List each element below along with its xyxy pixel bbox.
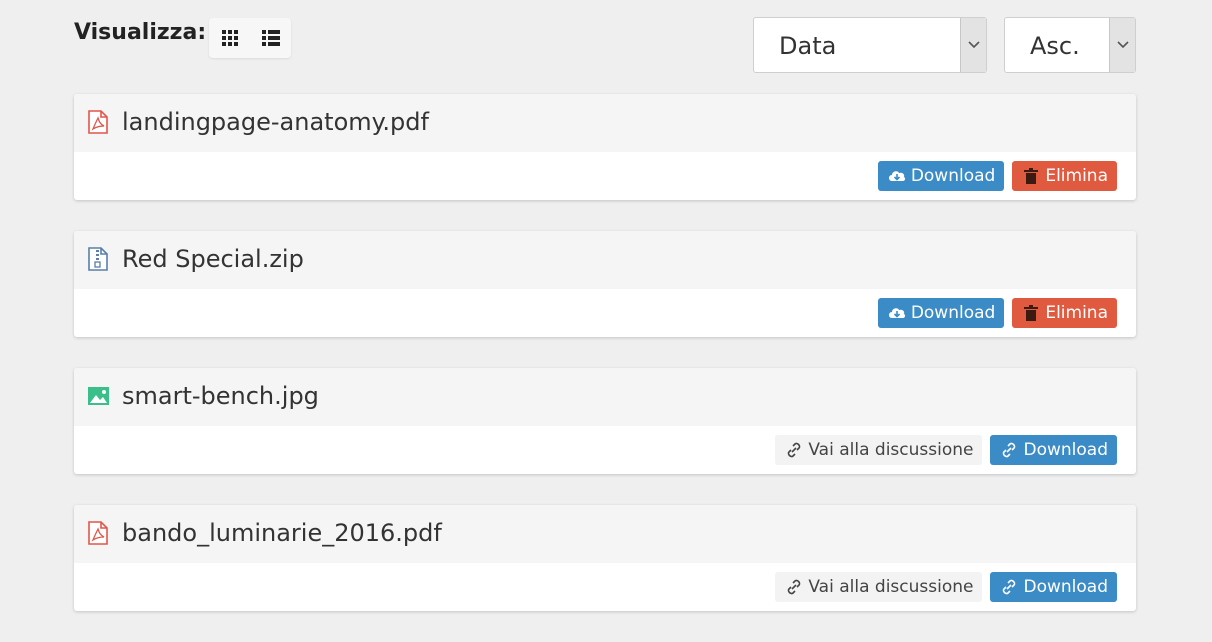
toolbar: Visualizza: Data Asc. — [74, 16, 1136, 94]
list-view-button[interactable] — [256, 23, 286, 53]
link-icon — [999, 441, 1019, 459]
image-file-icon — [88, 387, 109, 405]
link-icon — [784, 441, 804, 459]
list-icon — [261, 30, 280, 46]
cloud-download-icon — [887, 304, 907, 322]
delete-button[interactable]: Elimina — [1012, 298, 1117, 328]
cloud-download-icon — [887, 167, 907, 185]
pdf-file-icon — [88, 110, 108, 134]
file-card: smart-bench.jpg Vai alla discussione Dow… — [74, 368, 1136, 474]
view-label: Visualizza: — [74, 20, 207, 45]
file-name[interactable]: landingpage-anatomy.pdf — [122, 108, 429, 136]
trash-icon — [1021, 167, 1041, 185]
file-card: landingpage-anatomy.pdf Download Elimina — [74, 94, 1136, 200]
download-label: Download — [910, 166, 996, 186]
go-to-discussion-label: Vai alla discussione — [808, 440, 974, 460]
file-card-footer: Vai alla discussione Download — [74, 563, 1136, 611]
sort-order-select[interactable]: Asc. — [1004, 17, 1136, 73]
chevron-down-icon — [960, 18, 986, 72]
link-icon — [784, 578, 804, 596]
go-to-discussion-button[interactable]: Vai alla discussione — [775, 435, 983, 465]
file-name[interactable]: bando_luminarie_2016.pdf — [122, 519, 442, 547]
trash-icon — [1021, 304, 1041, 322]
file-actions: Vai alla discussione Download — [775, 572, 1117, 602]
download-button[interactable]: Download — [990, 572, 1117, 602]
download-label: Download — [1023, 577, 1108, 597]
download-label: Download — [910, 303, 996, 323]
sort-order-value: Asc. — [1030, 32, 1080, 60]
file-name[interactable]: Red Special.zip — [122, 245, 304, 273]
sort-field-select[interactable]: Data — [753, 17, 987, 73]
file-card-footer: Vai alla discussione Download — [74, 426, 1136, 474]
file-browser: Visualizza: Data Asc. landingpage-anatom… — [74, 16, 1136, 642]
file-actions: Vai alla discussione Download — [775, 435, 1117, 465]
delete-label: Elimina — [1045, 166, 1108, 186]
grid-icon — [221, 30, 238, 46]
zip-file-icon — [88, 247, 108, 271]
view-mode-toggle — [209, 18, 291, 58]
delete-button[interactable]: Elimina — [1012, 161, 1117, 191]
download-button[interactable]: Download — [877, 161, 1005, 191]
go-to-discussion-button[interactable]: Vai alla discussione — [775, 572, 983, 602]
file-card-header: Red Special.zip — [74, 231, 1136, 289]
file-card-header: bando_luminarie_2016.pdf — [74, 505, 1136, 563]
file-actions: Download Elimina — [877, 298, 1117, 328]
link-icon — [999, 578, 1019, 596]
grid-view-button[interactable] — [215, 23, 245, 53]
download-button[interactable]: Download — [877, 298, 1005, 328]
file-card-footer: Download Elimina — [74, 289, 1136, 337]
file-card: bando_luminarie_2016.pdf Vai alla discus… — [74, 505, 1136, 611]
file-card-header: smart-bench.jpg — [74, 368, 1136, 426]
file-card-header: landingpage-anatomy.pdf — [74, 94, 1136, 152]
file-actions: Download Elimina — [877, 161, 1117, 191]
sort-field-value: Data — [779, 32, 837, 60]
go-to-discussion-label: Vai alla discussione — [808, 577, 974, 597]
delete-label: Elimina — [1045, 303, 1108, 323]
file-card: Red Special.zip Download Elimina — [74, 231, 1136, 337]
file-card-footer: Download Elimina — [74, 152, 1136, 200]
chevron-down-icon — [1109, 18, 1135, 72]
download-label: Download — [1023, 440, 1108, 460]
download-button[interactable]: Download — [990, 435, 1117, 465]
file-name[interactable]: smart-bench.jpg — [122, 382, 319, 410]
pdf-file-icon — [88, 521, 108, 545]
